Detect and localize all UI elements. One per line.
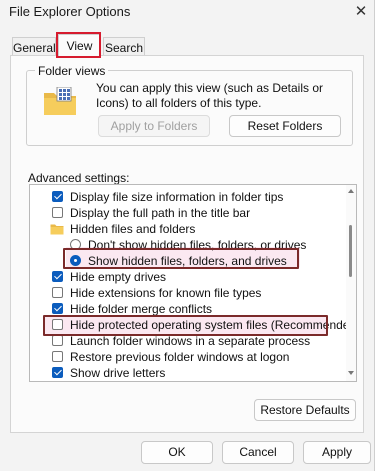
checkbox-unchecked[interactable] [52, 351, 63, 362]
reset-folders-button[interactable]: Reset Folders [229, 115, 341, 137]
list-item-label: Display file size information in folder … [70, 190, 284, 204]
close-icon[interactable]: ✕ [352, 2, 370, 20]
checkbox-unchecked[interactable] [52, 287, 63, 298]
folder-view-icon [44, 87, 76, 115]
list-item-label: Hidden files and folders [70, 222, 196, 236]
folder-views-title: Folder views [35, 64, 109, 78]
advanced-settings-list[interactable]: Display file size information in folder … [29, 184, 357, 382]
apply-to-folders-button[interactable]: Apply to Folders [98, 115, 210, 137]
list-item-label: Show drive letters [70, 366, 166, 380]
advanced-settings-label: Advanced settings: [28, 171, 130, 185]
title-bar: File Explorer Options ✕ [0, 0, 374, 30]
scroll-down-icon[interactable] [348, 371, 354, 375]
checkbox-unchecked[interactable] [52, 207, 63, 218]
protected-files-highlight [43, 315, 328, 336]
show-hidden-highlight [63, 248, 299, 269]
checkbox-checked[interactable] [52, 191, 63, 202]
checkbox-checked[interactable] [52, 303, 63, 314]
cancel-button[interactable]: Cancel [222, 441, 294, 464]
window-title: File Explorer Options [9, 4, 131, 19]
list-item-label: Hide empty drives [70, 270, 167, 284]
checkbox-unchecked[interactable] [52, 335, 63, 346]
file-explorer-options-dialog: File Explorer Options ✕ General View Sea… [0, 0, 375, 471]
list-item-label: Restore previous folder windows at logon [70, 350, 290, 364]
restore-defaults-button[interactable]: Restore Defaults [254, 399, 356, 421]
folder-icon [50, 224, 64, 235]
apply-button[interactable]: Apply [303, 441, 371, 464]
checkbox-checked[interactable] [52, 367, 63, 378]
scroll-up-icon[interactable] [348, 189, 354, 193]
background-window-strip [375, 0, 384, 471]
list-item-label: Hide extensions for known file types [70, 286, 262, 300]
vertical-scrollbar[interactable] [346, 185, 356, 381]
view-tab-highlight [56, 32, 101, 58]
checkbox-checked[interactable] [52, 271, 63, 282]
list-item-label: Display the full path in the title bar [70, 206, 251, 220]
scrollbar-thumb[interactable] [349, 225, 352, 277]
ok-button[interactable]: OK [141, 441, 213, 464]
folder-views-description: You can apply this view (such as Details… [96, 81, 324, 110]
